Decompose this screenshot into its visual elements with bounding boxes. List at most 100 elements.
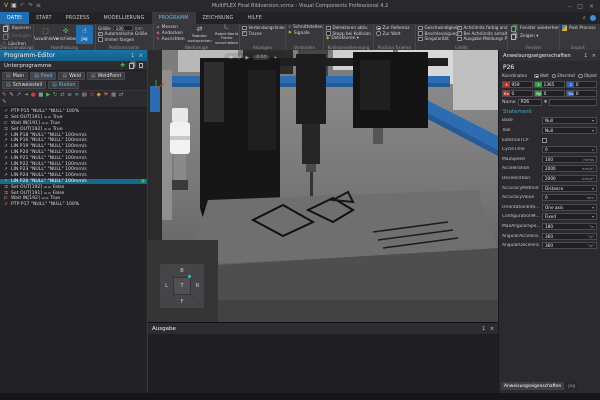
- sim-settings-icon[interactable]: ≡: [229, 55, 233, 61]
- restore-button[interactable]: □: [577, 3, 583, 10]
- ptp-statement-icon[interactable]: ✎: [2, 92, 7, 99]
- footer-tab-jog[interactable]: Jog: [565, 382, 578, 390]
- input-maxspeed[interactable]: 100mm/s: [542, 156, 597, 163]
- undo-icon[interactable]: ↶: [20, 3, 25, 9]
- account-icon[interactable]: [590, 15, 596, 21]
- detach-icon[interactable]: ■: [38, 92, 43, 99]
- subprogram-chip-main[interactable]: ▤Main: [2, 72, 28, 80]
- pin-icon[interactable]: ↧: [131, 53, 135, 59]
- coordinate-field-rz[interactable]: Rz0: [566, 90, 597, 97]
- signals-button[interactable]: ⚑Signale: [288, 31, 321, 36]
- checkbox-externaltcp[interactable]: [542, 138, 547, 143]
- program-statement[interactable]: ↗PTP P17 "NULL" "NULL" 100%: [0, 202, 147, 208]
- simulation-controls[interactable]: ≡ ↺ ▶ 0.04 +: [224, 53, 283, 62]
- checkbox-singularität[interactable]: Singularität: [418, 36, 454, 42]
- lin-statement-icon[interactable]: ✎: [9, 92, 14, 99]
- grid-icon[interactable]: ▦: [111, 92, 116, 99]
- set-property-icon[interactable]: ▤: [82, 92, 87, 99]
- checkbox-detektoren-aktiv[interactable]: Detektoren aktiv: [326, 25, 371, 31]
- add-subprogram-icon[interactable]: ✚: [120, 62, 125, 69]
- restore-windows-button[interactable]: Fenster wiederherstellen: [510, 25, 557, 32]
- coordinate-field-x[interactable]: X959: [502, 81, 533, 88]
- tab-hilfe[interactable]: HILFE: [240, 12, 268, 24]
- radio-elternteil[interactable]: Elternteil: [552, 73, 576, 79]
- vc-logo[interactable]: V: [4, 3, 8, 9]
- radio-welt[interactable]: Welt: [534, 73, 548, 79]
- checkbox-achslimits-farbig-anzeigen[interactable]: ✓Achslimits farbig anzeigen: [457, 25, 508, 31]
- customize-icon[interactable]: ≡: [36, 3, 41, 9]
- sync-icon[interactable]: ⚑: [103, 92, 108, 99]
- select-tool[interactable]: Null▾: [542, 127, 597, 134]
- snap-button[interactable]: ◉Andocken: [156, 31, 185, 36]
- footer-tab-anweisungseigenschaften[interactable]: Anweisungseigenschaften: [501, 382, 564, 390]
- robot-world-frame-button[interactable]: ∟Robot World Frame verschieben: [214, 25, 240, 44]
- input-accuracyvalue[interactable]: 0mm: [542, 194, 597, 201]
- interfaces-button[interactable]: ⋎Schnittstellen: [288, 25, 321, 30]
- if-statement-icon[interactable]: ≡: [67, 92, 72, 99]
- subprogram-chip-schweissteil[interactable]: ▤Schweissteil: [2, 81, 46, 89]
- move-button[interactable]: ✜Verschieben: [56, 25, 75, 44]
- loop-icon[interactable]: ↻: [53, 92, 58, 99]
- input-maxangularspe[interactable]: 180°/s: [542, 223, 597, 230]
- tab-modellierung[interactable]: MODELLIERUNG: [97, 12, 152, 24]
- touchup-icon[interactable]: ✎: [2, 99, 7, 106]
- select-orientationinte[interactable]: One axis▾: [542, 204, 597, 211]
- pin-icon[interactable]: ↧: [482, 326, 486, 332]
- close-panel-icon[interactable]: ×: [490, 326, 494, 332]
- subprogram-chip-weldpoint[interactable]: ▤WeldPoint: [87, 72, 125, 80]
- view-top-face[interactable]: T: [174, 278, 190, 294]
- input-deceleration[interactable]: 2000mm/s²: [542, 175, 597, 182]
- show-windows-dropdown[interactable]: Zeigen ▾: [510, 33, 557, 40]
- 3d-viewport[interactable]: ≡ ↺ ▶ 0.04 + B L T R F: [148, 50, 498, 322]
- name-input[interactable]: P26: [518, 99, 542, 106]
- radio-objekt[interactable]: Objekt: [578, 73, 597, 79]
- minimize-button[interactable]: –: [568, 3, 571, 10]
- tab-programm[interactable]: PROGRAMM: [152, 12, 196, 24]
- copy-button[interactable]: Kopieren: [2, 25, 31, 32]
- grid-size-input[interactable]: 100: [113, 25, 133, 31]
- subprogram-chip-kleben[interactable]: ▤Kleben: [48, 81, 79, 89]
- sim-speed-increase-icon[interactable]: +: [273, 55, 277, 61]
- radio-zur-welt[interactable]: Zur Welt: [376, 31, 413, 37]
- subprogram-chip-weld[interactable]: ▤Weld: [58, 72, 85, 80]
- api-icon[interactable]: ⇄: [119, 92, 124, 99]
- tab-prozess[interactable]: PROZESS: [59, 12, 97, 24]
- select-accuracymethod[interactable]: Distance▾: [542, 185, 597, 192]
- sim-play-icon[interactable]: ▶: [245, 55, 249, 61]
- input-angulardecelera[interactable]: 360°/s²: [542, 242, 597, 249]
- align-button[interactable]: ✎Ausrichten: [156, 37, 185, 42]
- tab-start[interactable]: START: [29, 12, 59, 24]
- detectors-dropdown[interactable]: ◆Detektoren ▾: [326, 36, 371, 41]
- coordinate-field-ry[interactable]: Ry0: [534, 90, 565, 97]
- measure-button[interactable]: ⊿Messen: [156, 25, 185, 30]
- name-suffix-input[interactable]: [549, 99, 597, 106]
- input-angularaccelera[interactable]: 360°/s²: [542, 233, 597, 240]
- view-navigation-cube[interactable]: B L T R F: [160, 264, 204, 308]
- while-statement-icon[interactable]: ∞: [74, 92, 79, 99]
- jog-button[interactable]: ☝Jog: [76, 25, 93, 44]
- coordinate-field-rx[interactable]: Rx0: [502, 90, 533, 97]
- checkbox-immer-fangen[interactable]: Immer fangen: [98, 37, 151, 43]
- comment-icon[interactable]: ◆: [97, 92, 101, 99]
- checkbox-traces[interactable]: ✓Traces: [242, 31, 283, 37]
- radio-zur-referenz[interactable]: Zur Referenz: [376, 25, 413, 31]
- tab-zeichnung[interactable]: ZEICHNUNG: [196, 12, 241, 24]
- pin-icon[interactable]: ↧: [584, 53, 588, 59]
- select-base[interactable]: Null▾: [542, 117, 597, 124]
- input-acceleration[interactable]: 2000mm/s²: [542, 165, 597, 172]
- save-icon[interactable]: ▣: [11, 3, 17, 9]
- coordinate-field-z[interactable]: Z0: [566, 81, 597, 88]
- halt-icon[interactable]: ⊘: [89, 92, 94, 99]
- close-panel-icon[interactable]: ×: [592, 53, 596, 59]
- subprogram-chip-feed[interactable]: ▤Feed: [30, 72, 56, 80]
- select-configurationm[interactable]: Fixed▾: [542, 213, 597, 220]
- checkbox-bei-achslimits-anhalten[interactable]: ✓Bei Achslimits anhalten: [457, 31, 508, 37]
- tab-datei[interactable]: DATEI: [0, 12, 29, 24]
- checkbox-automatische-größe[interactable]: ✓Automatische Größe: [98, 31, 151, 37]
- record-icon[interactable]: ●: [31, 92, 36, 99]
- checkbox-ausgabe-meldungs-panel[interactable]: Ausgabe Meldungs Panel: [457, 36, 508, 42]
- coordinate-field-y[interactable]: Y1365: [534, 81, 565, 88]
- branch-icon[interactable]: ⇄: [60, 92, 65, 99]
- close-panel-icon[interactable]: ×: [139, 53, 143, 59]
- paste-button[interactable]: Einfügen: [2, 33, 31, 40]
